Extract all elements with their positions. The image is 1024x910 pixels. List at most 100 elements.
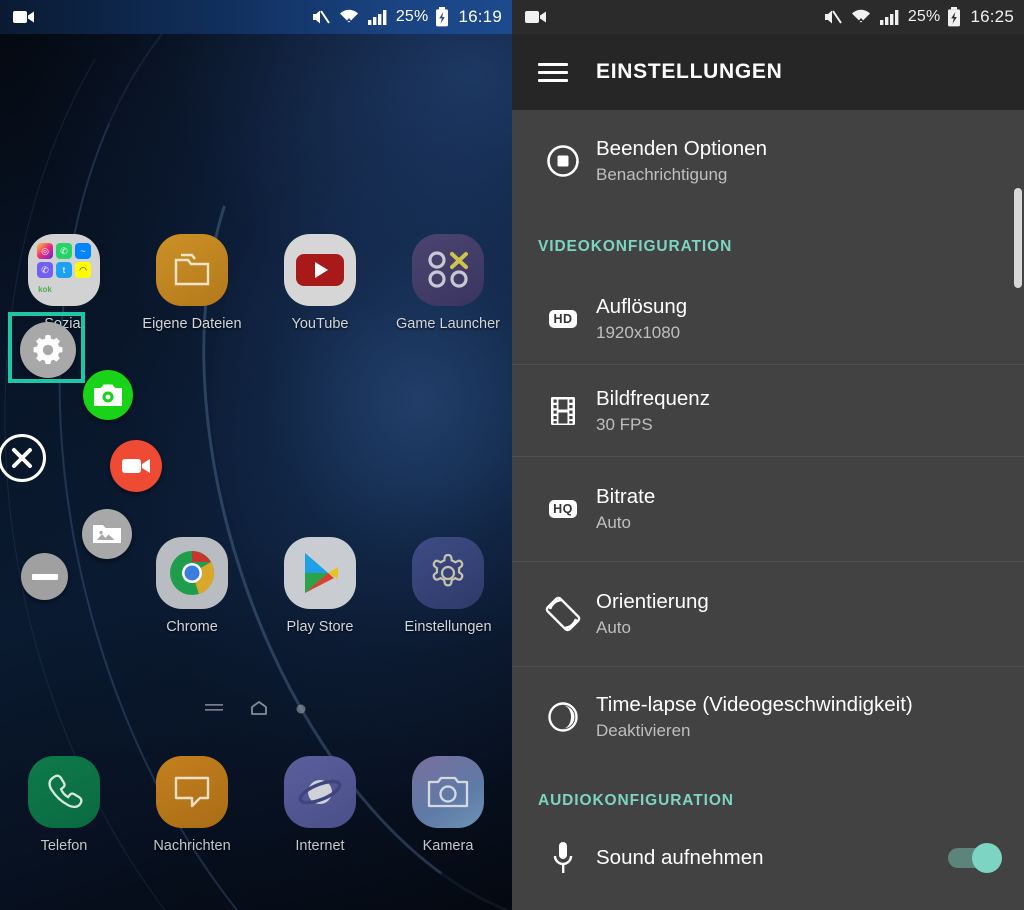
app-sozial[interactable]: ◎ ✆ ~ ✆ t ◠ kok Sozial	[0, 234, 128, 332]
page-title: EINSTELLUNGEN	[596, 60, 783, 83]
app-kamera[interactable]: Kamera	[384, 756, 512, 854]
app-eigene-dateien[interactable]: Eigene Dateien	[128, 234, 256, 332]
row-title: Time-lapse (Videogeschwindigkeit)	[596, 692, 913, 716]
home-icon[interactable]	[249, 700, 269, 721]
game-launcher-icon	[412, 234, 484, 306]
kakaotalk-mini-icon: kok	[38, 284, 52, 294]
app-label: Nachrichten	[153, 838, 231, 854]
vertical-scrollbar[interactable]	[1014, 188, 1022, 288]
image-folder-icon	[93, 525, 121, 543]
twitter-mini-icon: t	[56, 262, 72, 278]
hamburger-menu-icon[interactable]	[538, 62, 568, 82]
row-subtitle: Benachrichtigung	[596, 165, 728, 184]
instagram-mini-icon: ◎	[37, 243, 53, 259]
row-text: Auflösung 1920x1080	[596, 295, 1008, 343]
row-title: Bitrate	[596, 485, 656, 508]
app-label: YouTube	[291, 316, 349, 332]
messages-icon	[156, 756, 228, 828]
battery-percent-label: 25%	[907, 8, 941, 25]
hq-badge-label: HQ	[549, 499, 577, 519]
status-bar-system-icons: 25% 16:25	[823, 7, 1014, 27]
battery-percent-label: 25%	[395, 8, 429, 25]
floating-close-button[interactable]	[0, 434, 46, 482]
setting-row-orientierung[interactable]: Orientierung Auto	[512, 561, 1024, 666]
recents-icon[interactable]	[205, 701, 223, 720]
app-einstellungen[interactable]: Einstellungen	[384, 537, 512, 635]
row-subtitle: 1920x1080	[596, 323, 681, 342]
row-text: Time-lapse (Videogeschwindigkeit) Deakti…	[596, 693, 1008, 741]
microphone-icon	[530, 841, 596, 875]
app-grid-row-1: ◎ ✆ ~ ✆ t ◠ kok Sozial Eigene Dateien Yo…	[0, 234, 512, 332]
app-internet[interactable]: Internet	[256, 756, 384, 854]
phone-icon	[28, 756, 100, 828]
setting-row-beenden-optionen[interactable]: Beenden Optionen Benachrichtigung	[512, 110, 1024, 212]
app-label: Eigene Dateien	[142, 316, 242, 332]
app-label: Telefon	[40, 838, 88, 854]
status-bar-right: 25% 16:25	[512, 0, 1024, 34]
video-camera-icon	[13, 9, 35, 25]
internet-icon	[284, 756, 356, 828]
settings-list[interactable]: Beenden Optionen Benachrichtigung VIDEOK…	[512, 110, 1024, 910]
floating-minimize-button[interactable]	[21, 553, 68, 600]
hd-badge-label: HD	[549, 309, 577, 329]
app-bar: EINSTELLUNGEN	[512, 34, 1024, 110]
navigation-bar-hints	[0, 700, 512, 721]
sound-aufnehmen-toggle[interactable]	[948, 843, 1002, 873]
app-nachrichten[interactable]: Nachrichten	[128, 756, 256, 854]
hd-badge-icon: HD	[530, 309, 596, 329]
minus-icon	[31, 573, 58, 580]
volume-mute-icon	[823, 8, 843, 26]
row-text: Bildfrequenz 30 FPS	[596, 387, 1008, 435]
gear-icon	[33, 335, 63, 365]
floating-screenshot-button[interactable]	[83, 370, 133, 420]
my-files-icon	[156, 234, 228, 306]
setting-row-aufloesung[interactable]: HD Auflösung 1920x1080	[512, 274, 1024, 364]
play-store-icon	[284, 537, 356, 609]
setting-row-bitrate[interactable]: HQ Bitrate Auto	[512, 456, 1024, 561]
app-grid-row-2: Chrome Play Store Einstellungen	[0, 537, 512, 635]
row-text: Beenden Optionen Benachrichtigung	[596, 137, 1008, 185]
row-title: Bildfrequenz	[596, 386, 710, 410]
messenger-mini-icon: ~	[75, 243, 91, 259]
dual-screenshot: 25% 16:19 ◎ ✆ ~ ✆ t ◠ kok Sozial Eigene …	[0, 0, 1024, 910]
row-subtitle: Auto	[596, 513, 631, 532]
app-chrome[interactable]: Chrome	[128, 537, 256, 635]
app-label: Game Launcher	[396, 316, 500, 332]
app-label: Chrome	[166, 619, 218, 635]
floating-gallery-button[interactable]	[82, 509, 132, 559]
app-youtube[interactable]: YouTube	[256, 234, 384, 332]
chrome-icon	[156, 537, 228, 609]
time-lapse-icon	[530, 701, 596, 733]
status-bar-left: 25% 16:19	[0, 0, 512, 34]
row-subtitle: Deaktivieren	[596, 720, 691, 740]
row-title: Sound aufnehmen	[596, 846, 764, 869]
row-subtitle: 30 FPS	[596, 414, 653, 434]
back-icon[interactable]	[295, 702, 307, 720]
app-play-store[interactable]: Play Store	[256, 537, 384, 635]
app-label: Internet	[295, 838, 345, 854]
row-text: Sound aufnehmen	[596, 846, 948, 870]
app-game-launcher[interactable]: Game Launcher	[384, 234, 512, 332]
setting-row-sound-aufnehmen[interactable]: Sound aufnehmen	[512, 828, 1024, 888]
clock-label: 16:25	[970, 7, 1014, 26]
floating-settings-button[interactable]	[20, 322, 76, 378]
social-folder-icon: ◎ ✆ ~ ✆ t ◠ kok	[28, 234, 100, 306]
setting-row-time-lapse[interactable]: Time-lapse (Videogeschwindigkeit) Deakti…	[512, 666, 1024, 766]
row-title: Auflösung	[596, 295, 688, 318]
setting-row-bildfrequenz[interactable]: Bildfrequenz 30 FPS	[512, 364, 1024, 456]
camera-icon	[412, 756, 484, 828]
settings-icon	[412, 537, 484, 609]
battery-charging-icon	[947, 7, 961, 27]
cellular-signal-icon	[879, 8, 901, 26]
screen-rotation-icon	[530, 596, 596, 632]
app-dock-row: Telefon Nachrichten Internet Kamera	[0, 756, 512, 854]
row-title: Beenden Optionen	[596, 137, 767, 160]
status-bar-system-icons: 25% 16:19	[311, 7, 502, 27]
stop-circle-icon	[530, 144, 596, 178]
app-telefon[interactable]: Telefon	[0, 756, 128, 854]
floating-record-button[interactable]	[110, 440, 162, 492]
cellular-signal-icon	[367, 8, 389, 26]
youtube-icon	[284, 234, 356, 306]
row-title: Orientierung	[596, 590, 709, 613]
status-bar-notification-icons	[525, 9, 547, 25]
